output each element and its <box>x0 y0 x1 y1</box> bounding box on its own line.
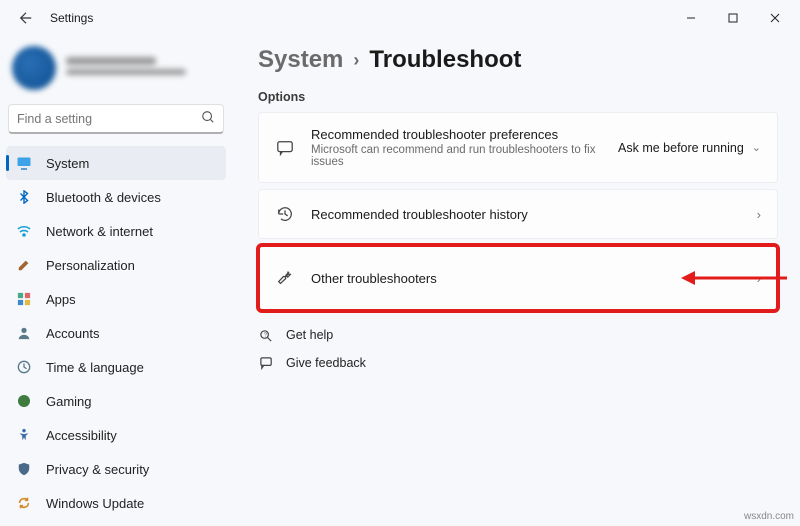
sidebar-item-personalization[interactable]: Personalization <box>6 248 226 282</box>
chevron-right-icon: › <box>757 271 761 286</box>
wrench-icon <box>275 268 295 288</box>
sidebar-item-label: Network & internet <box>46 224 153 239</box>
chevron-right-icon: › <box>353 50 359 71</box>
help-icon: ? <box>258 327 274 343</box>
history-icon <box>275 204 295 224</box>
sidebar-item-privacy[interactable]: Privacy & security <box>6 452 226 486</box>
card-title: Recommended troubleshooter history <box>311 207 741 222</box>
card-desc: Microsoft can recommend and run troubles… <box>311 144 602 168</box>
card-title: Recommended troubleshooter preferences <box>311 127 602 142</box>
update-icon <box>16 495 32 511</box>
sidebar-item-gaming[interactable]: Gaming <box>6 384 226 418</box>
sidebar-item-label: Privacy & security <box>46 462 149 477</box>
sidebar-item-label: Accounts <box>46 326 99 341</box>
sidebar-item-accounts[interactable]: Accounts <box>6 316 226 350</box>
minimize-button[interactable] <box>670 4 712 32</box>
maximize-button[interactable] <box>712 4 754 32</box>
shield-icon <box>16 461 32 477</box>
monitor-icon <box>16 155 32 171</box>
sidebar-item-network[interactable]: Network & internet <box>6 214 226 248</box>
paint-icon <box>16 257 32 273</box>
sidebar-item-label: Windows Update <box>46 496 144 511</box>
breadcrumb-current: Troubleshoot <box>369 46 521 74</box>
card-other-troubleshooters[interactable]: Other troubleshooters › <box>258 245 778 311</box>
card-troubleshooter-history[interactable]: Recommended troubleshooter history › <box>258 189 778 239</box>
window-title: Settings <box>50 11 93 25</box>
sidebar-item-bluetooth[interactable]: Bluetooth & devices <box>6 180 226 214</box>
give-feedback-link[interactable]: Give feedback <box>258 355 778 371</box>
card-recommended-preferences[interactable]: Recommended troubleshooter preferences M… <box>258 112 778 183</box>
search-icon <box>201 110 215 127</box>
sidebar-item-label: System <box>46 156 89 171</box>
watermark: wsxdn.com <box>744 511 794 522</box>
feedback-icon <box>258 355 274 371</box>
wifi-icon <box>16 223 32 239</box>
close-button[interactable] <box>754 4 796 32</box>
sidebar-item-label: Bluetooth & devices <box>46 190 161 205</box>
dropdown-value: Ask me before running <box>618 141 744 155</box>
chat-icon <box>275 138 295 158</box>
access-icon <box>16 427 32 443</box>
gaming-icon <box>16 393 32 409</box>
svg-text:?: ? <box>263 332 266 338</box>
sidebar-item-label: Apps <box>46 292 76 307</box>
section-heading: Options <box>258 90 778 104</box>
user-profile[interactable] <box>6 42 226 100</box>
sidebar-item-label: Accessibility <box>46 428 117 443</box>
avatar <box>12 46 56 90</box>
preference-dropdown[interactable]: Ask me before running ⌄ <box>618 141 761 155</box>
card-title: Other troubleshooters <box>311 271 741 286</box>
apps-icon <box>16 291 32 307</box>
sidebar-item-label: Personalization <box>46 258 135 273</box>
get-help-link[interactable]: ? Get help <box>258 327 778 343</box>
sidebar-item-accessibility[interactable]: Accessibility <box>6 418 226 452</box>
user-text <box>66 57 186 79</box>
chevron-right-icon: › <box>757 207 761 222</box>
link-label: Get help <box>286 328 333 342</box>
breadcrumb: System › Troubleshoot <box>258 46 778 74</box>
sidebar-item-apps[interactable]: Apps <box>6 282 226 316</box>
account-icon <box>16 325 32 341</box>
sidebar-item-label: Time & language <box>46 360 144 375</box>
bluetooth-icon <box>16 189 32 205</box>
sidebar-item-time[interactable]: Time & language <box>6 350 226 384</box>
sidebar-item-update[interactable]: Windows Update <box>6 486 226 520</box>
sidebar-item-label: Gaming <box>46 394 92 409</box>
back-button[interactable] <box>12 4 40 32</box>
chevron-down-icon: ⌄ <box>752 141 761 154</box>
sidebar-nav: System Bluetooth & devices Network & int… <box>6 146 226 520</box>
clock-icon <box>16 359 32 375</box>
link-label: Give feedback <box>286 356 366 370</box>
sidebar-item-system[interactable]: System <box>6 146 226 180</box>
search-input[interactable] <box>17 112 201 126</box>
search-input-wrapper[interactable] <box>8 104 224 134</box>
breadcrumb-parent[interactable]: System <box>258 46 343 74</box>
